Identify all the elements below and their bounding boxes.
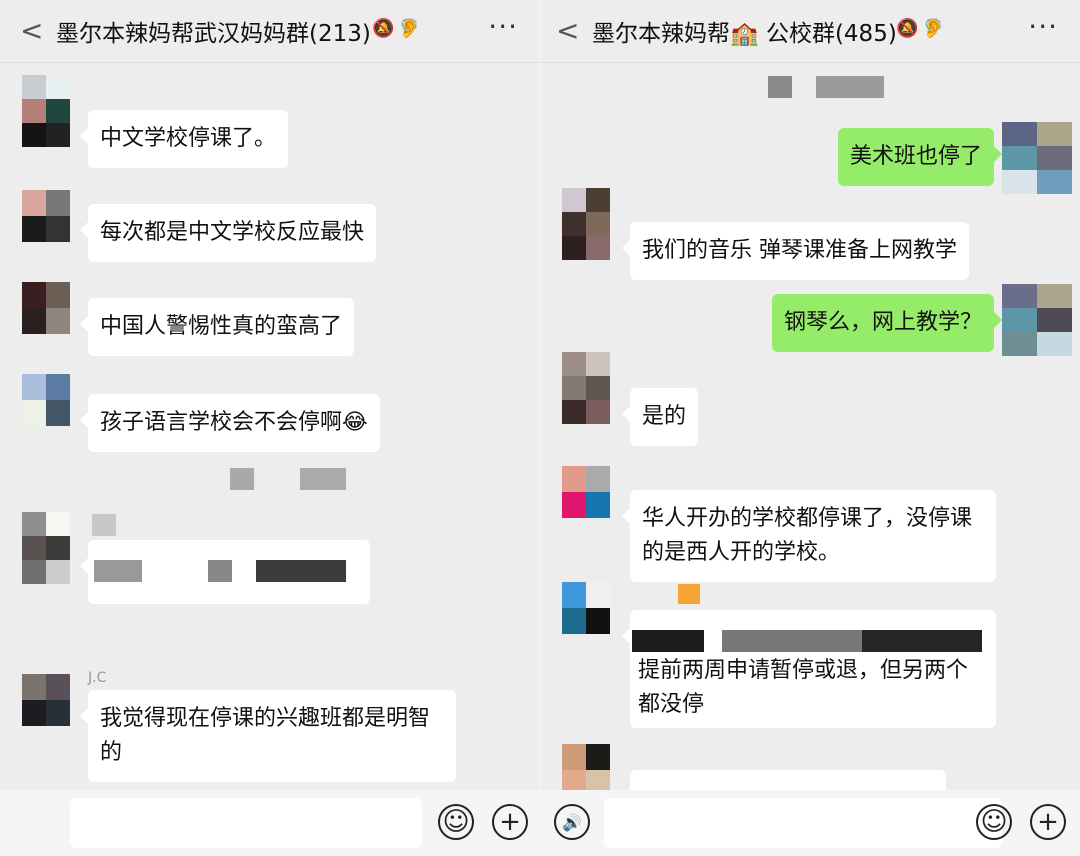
pixelated-text — [256, 560, 346, 582]
avatar[interactable] — [1002, 122, 1072, 194]
avatar[interactable] — [22, 512, 70, 584]
avatar[interactable] — [22, 282, 70, 334]
message-text: 华人开办的学校都停课了，没停课的是西人开的学校。 — [642, 506, 973, 565]
right-chat-header: < 墨尔本辣妈帮🏫 公校群(485) 🔕 🦻 ··· — [540, 0, 1080, 63]
pixelated-timestamp — [300, 468, 346, 490]
avatar[interactable] — [562, 352, 610, 424]
message-bubble[interactable] — [80, 540, 370, 604]
message-text: 钢琴么，网上教学？ — [783, 310, 982, 335]
message-bubble[interactable]: 提前两周申请暂停或退，但另两个都没停 — [622, 610, 996, 728]
message-bubble[interactable]: 我觉得现在停课的兴趣班都是明智的 — [80, 690, 456, 782]
avatar[interactable] — [22, 674, 70, 726]
pixelated-timestamp — [230, 468, 254, 490]
message-bubble[interactable]: 中国人警惕性真的蛮高了 — [79, 298, 355, 356]
outgoing-message-bubble[interactable]: 钢琴么，网上教学？ — [771, 294, 1003, 352]
back-arrow-icon[interactable]: < — [20, 14, 43, 47]
pixelated-text — [208, 560, 232, 582]
sender-name: J.C — [88, 670, 107, 686]
pixelated-name — [92, 514, 116, 536]
avatar[interactable] — [22, 374, 70, 426]
pixelated-text — [862, 630, 982, 652]
avatar[interactable] — [562, 466, 610, 518]
back-arrow-icon[interactable]: < — [556, 14, 579, 47]
right-chat-panel: < 墨尔本辣妈帮🏫 公校群(485) 🔕 🦻 ··· 美术班也停了 我们的音乐 … — [540, 0, 1080, 856]
left-chat-header: < 墨尔本辣妈帮武汉妈妈群(213) 🔕 🦻 ··· — [0, 0, 540, 63]
message-bubble[interactable]: 中文学校停课了。 — [79, 110, 289, 168]
pixelated-timestamp — [816, 76, 884, 98]
message-text: 我觉得现在停课的兴趣班都是明智的 — [100, 706, 431, 765]
avatar[interactable] — [22, 190, 70, 242]
avatar[interactable] — [22, 75, 70, 147]
message-bubble[interactable]: 华人开办的学校都停课了，没停课的是西人开的学校。 — [622, 490, 996, 582]
message-text: 我们的音乐 弹琴课准备上网教学 — [642, 238, 957, 263]
message-text: 美术班也停了 — [849, 144, 982, 169]
avatar[interactable] — [562, 744, 610, 796]
outgoing-message-bubble[interactable]: 美术班也停了 — [837, 128, 1003, 186]
mute-icon: 🔕 — [372, 18, 395, 39]
message-text: 中文学校停课了。 — [100, 126, 277, 151]
avatar[interactable] — [562, 582, 610, 634]
more-options-icon[interactable]: ··· — [1028, 10, 1058, 43]
message-text: 是的 — [642, 404, 687, 429]
plus-icon[interactable]: + — [492, 804, 528, 840]
avatar[interactable] — [1002, 284, 1072, 356]
more-options-icon[interactable]: ··· — [488, 10, 518, 43]
message-text: 中国人警惕性真的蛮高了 — [100, 314, 343, 339]
pixelated-timestamp — [768, 76, 792, 98]
ear-icon: 🦻 — [398, 18, 421, 39]
avatar[interactable] — [562, 188, 610, 260]
ear-icon: 🦻 — [922, 18, 945, 39]
message-text: 每次都是中文学校反应最快 — [100, 220, 365, 245]
emoji-icon[interactable]: ☺ — [976, 804, 1012, 840]
message-bubble[interactable]: 每次都是中文学校反应最快 — [79, 204, 377, 262]
pixelated-text — [722, 630, 862, 652]
voice-icon[interactable]: 🔊 — [554, 804, 590, 840]
pixelated-text — [632, 630, 704, 652]
left-chat-title: 墨尔本辣妈帮武汉妈妈群(213) — [56, 21, 371, 47]
message-input[interactable] — [70, 798, 422, 848]
message-bubble[interactable]: 孩子语言学校会不会停啊😂 — [80, 394, 380, 452]
pixelated-name — [678, 584, 700, 604]
plus-icon[interactable]: + — [1030, 804, 1066, 840]
emoji-icon[interactable]: ☺ — [438, 804, 474, 840]
message-bubble[interactable]: 是的 — [621, 388, 699, 446]
pixelated-text — [94, 560, 142, 582]
message-text: 孩子语言学校会不会停啊😂 — [100, 410, 368, 435]
mute-icon: 🔕 — [896, 18, 919, 39]
message-bubble[interactable]: 我们的音乐 弹琴课准备上网教学 — [622, 222, 969, 280]
message-input[interactable] — [604, 798, 1002, 848]
right-chat-title: 墨尔本辣妈帮🏫 公校群(485) — [592, 21, 897, 47]
left-chat-panel: < 墨尔本辣妈帮武汉妈妈群(213) 🔕 🦻 ··· 中文学校停课了。 每次都是… — [0, 0, 540, 856]
message-text: 提前两周申请暂停或退，但另两个都没停 — [638, 658, 969, 717]
